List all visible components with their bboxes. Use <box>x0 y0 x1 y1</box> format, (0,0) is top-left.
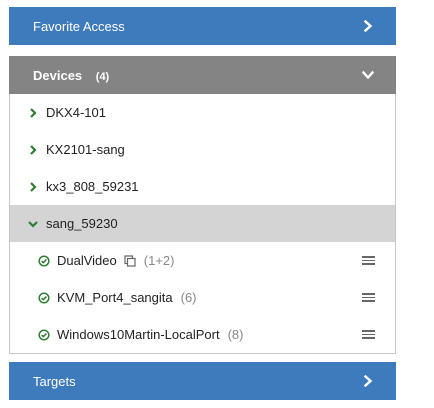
channel-item-kvm-port4-sangita[interactable]: KVM_Port4_sangita (6) <box>10 279 395 316</box>
check-circle-icon <box>38 328 50 341</box>
channel-item-dualvideo[interactable]: DualVideo (1+2) <box>10 242 395 279</box>
menu-icon[interactable] <box>362 293 375 302</box>
device-label: sang_59230 <box>46 216 118 231</box>
device-item-sang-59230[interactable]: sang_59230 <box>10 205 395 242</box>
devices-label: Devices <box>33 67 83 83</box>
channel-label: Windows10Martin-LocalPort <box>57 327 220 342</box>
device-item-dkx4-101[interactable]: DKX4-101 <box>10 94 395 131</box>
menu-icon[interactable] <box>362 330 375 339</box>
favorite-access-header[interactable]: Favorite Access <box>9 7 396 45</box>
menu-icon[interactable] <box>362 256 375 265</box>
devices-list: DKX4-101 KX2101-sang kx3_808_59231 sang_… <box>9 94 396 354</box>
chevron-right-icon <box>28 144 38 155</box>
favorite-access-panel: Favorite Access <box>9 7 396 45</box>
targets-panel: Targets <box>9 362 396 400</box>
channel-count: (1+2) <box>143 253 175 268</box>
check-circle-icon <box>38 254 50 267</box>
targets-header[interactable]: Targets <box>9 362 396 400</box>
channel-item-windows10martin-localport[interactable]: Windows10Martin-LocalPort (8) <box>10 316 395 353</box>
device-label: DKX4-101 <box>46 105 106 120</box>
devices-panel: Devices (4) DKX4-101 KX2101-sang kx3_808… <box>9 56 396 354</box>
targets-label: Targets <box>33 373 76 389</box>
device-label: KX2101-sang <box>46 142 125 157</box>
dual-video-icon <box>124 254 136 267</box>
chevron-right-icon <box>363 375 373 387</box>
chevron-right-icon <box>363 20 373 32</box>
devices-title: Devices (4) <box>33 68 109 83</box>
chevron-right-icon <box>28 107 38 118</box>
devices-header[interactable]: Devices (4) <box>9 56 396 94</box>
device-item-kx3-808-59231[interactable]: kx3_808_59231 <box>10 168 395 205</box>
devices-count-badge: (4) <box>95 70 110 83</box>
device-label: kx3_808_59231 <box>46 179 139 194</box>
check-circle-icon <box>38 291 50 304</box>
channel-count: (6) <box>180 290 197 305</box>
favorite-access-label: Favorite Access <box>33 18 125 34</box>
channel-label: DualVideo <box>57 253 117 268</box>
channel-count: (8) <box>227 327 244 342</box>
channel-label: KVM_Port4_sangita <box>57 290 173 305</box>
chevron-right-icon <box>28 181 38 192</box>
chevron-down-icon <box>28 219 38 229</box>
chevron-down-icon <box>362 70 374 80</box>
device-item-kx2101-sang[interactable]: KX2101-sang <box>10 131 395 168</box>
